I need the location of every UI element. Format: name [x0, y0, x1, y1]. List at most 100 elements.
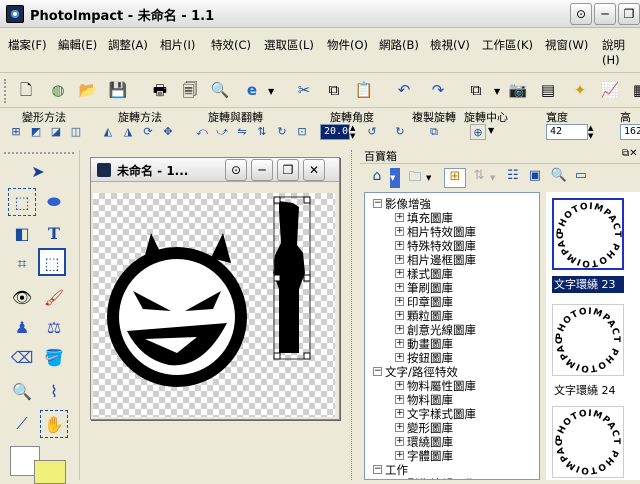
document-minimize-button[interactable]: ─	[251, 159, 273, 181]
tree-expand-icon[interactable]: +	[395, 297, 404, 306]
text-wrap-thumbnail[interactable]: PHOTOIMPACT PHOTOIMPACT	[549, 400, 624, 478]
document-help-icon[interactable]: ⊙	[225, 159, 247, 181]
menu-item-0[interactable]: 檔案(F)	[8, 37, 47, 53]
shape-tool-icon[interactable]: ◧	[8, 220, 36, 248]
rotate-center-icon[interactable]: ⊕	[470, 124, 486, 140]
tree-expand-icon[interactable]: +	[395, 255, 404, 264]
preview-zoom-icon[interactable]: 🔍	[206, 76, 234, 104]
tree-expand-icon[interactable]: +	[395, 213, 404, 222]
angle-spinner[interactable]: ▲ ▼	[350, 124, 360, 140]
crop-copy-icon[interactable]: ⧉	[462, 76, 490, 104]
sort-icon[interactable]: ⇅	[468, 168, 490, 188]
chevron-down-icon[interactable]: ▼	[488, 126, 494, 135]
print-preview-icon[interactable]: 🗐	[176, 76, 204, 104]
transform-resize-icon[interactable]: ⊞	[8, 124, 24, 140]
crop-tool-icon[interactable]: ⌗	[8, 250, 36, 278]
tree-expand-icon[interactable]: +	[395, 437, 404, 446]
menu-item-7[interactable]: 網路(B)	[379, 37, 419, 53]
print-icon[interactable]: 🖶	[146, 76, 174, 104]
tree-collapse-icon[interactable]: −	[373, 465, 382, 474]
flip-90-left-icon[interactable]: ⤺	[194, 124, 210, 140]
paint-brush-tool-icon[interactable]: 🖌	[40, 284, 68, 312]
rotate-free-icon[interactable]: ⟳	[140, 124, 156, 140]
hand-tool-icon[interactable]: ✋	[40, 410, 68, 438]
tree-expand-icon[interactable]: +	[395, 423, 404, 432]
menu-item-10[interactable]: 視窗(W)	[545, 37, 588, 53]
tree-expand-icon[interactable]: +	[395, 283, 404, 292]
menu-item-1[interactable]: 編輯(E)	[58, 37, 97, 53]
transform-tool-icon[interactable]: ⬚	[38, 248, 66, 276]
transform-perspective-icon[interactable]: ◫	[68, 124, 84, 140]
thumbnail-caption[interactable]: 文字環繞 24	[552, 382, 624, 399]
camera-icon[interactable]: 📷	[504, 76, 532, 104]
rotate-180-icon[interactable]: ↻	[274, 124, 290, 140]
library-icon[interactable]: ▣	[524, 168, 546, 188]
minimize-button[interactable]: ─	[594, 3, 616, 25]
tree-expand-icon[interactable]: +	[395, 409, 404, 418]
redo-icon[interactable]: ↷	[424, 76, 452, 104]
video-icon[interactable]: ▦	[626, 76, 640, 104]
chevron-down-icon[interactable]: ▼	[390, 168, 400, 188]
splitter-grip[interactable]	[351, 150, 353, 480]
toolbar-grip[interactable]	[4, 79, 10, 103]
tree-expand-icon[interactable]: +	[395, 353, 404, 362]
flip-vertical-icon[interactable]: ⇅	[254, 124, 270, 140]
text-wrap-thumbnail[interactable]: PHOTOIMPACT PHOTOIMPACT	[549, 298, 624, 376]
image-canvas[interactable]	[93, 193, 335, 417]
chevron-down-icon[interactable]: ▼	[494, 87, 500, 96]
menu-item-11[interactable]: 說明(H)	[602, 37, 640, 67]
chevron-down-icon[interactable]: ▼	[268, 87, 274, 96]
copy-icon[interactable]: ⧉	[320, 76, 348, 104]
document-restore-button[interactable]: ❐	[277, 159, 299, 181]
tree-collapse-icon[interactable]: −	[373, 367, 382, 376]
pick-tool-icon[interactable]: ➤	[24, 158, 52, 186]
help-circle-icon[interactable]: ⊙	[570, 3, 592, 25]
document-window[interactable]: 未命名 - 1... ⊙ ─ ❐ ✕	[90, 157, 340, 420]
transform-skew-icon[interactable]: ◩	[28, 124, 44, 140]
flip-90-right-icon[interactable]: ⤻	[214, 124, 230, 140]
line-tool-icon[interactable]: ⟋	[8, 410, 36, 438]
flip-horizontal-icon[interactable]: ⇋	[234, 124, 250, 140]
menu-item-8[interactable]: 檢視(V)	[430, 37, 470, 53]
rotate-custom-icon[interactable]: ⊡	[294, 124, 310, 140]
zoom-tool-icon[interactable]: 🔍	[8, 378, 36, 406]
menu-item-6[interactable]: 物件(O)	[327, 37, 368, 53]
rotate-left-icon[interactable]: ◭	[100, 124, 116, 140]
height-input[interactable]: 162	[620, 124, 640, 140]
clone-tool-icon[interactable]: ♟	[8, 314, 36, 342]
chart-icon[interactable]: 📈	[596, 76, 624, 104]
tree-view-icon[interactable]: ⊞	[444, 168, 466, 188]
app-logo-icon[interactable]	[6, 5, 24, 23]
menu-item-9[interactable]: 工作區(K)	[482, 37, 533, 53]
tree-expand-icon[interactable]: +	[395, 311, 404, 320]
cut-icon[interactable]: ✂	[290, 76, 318, 104]
tree-item[interactable]: 字體圖庫	[407, 448, 453, 464]
retouch-tool-icon[interactable]: ⚖	[40, 314, 68, 342]
copy-rotate-icon[interactable]: ⧉	[426, 124, 442, 140]
fill-tool-icon[interactable]: 🪣	[40, 344, 68, 372]
tree-expand-icon[interactable]: +	[395, 395, 404, 404]
undo-icon[interactable]: ↶	[390, 76, 418, 104]
tree-expand-icon[interactable]: +	[395, 339, 404, 348]
redeye-tool-icon[interactable]: 👁	[8, 284, 36, 312]
transform-distort-icon[interactable]: ◪	[48, 124, 64, 140]
tree-item[interactable]: 工作	[385, 462, 408, 478]
angle-input[interactable]: 20.00	[320, 124, 354, 140]
path-tool-icon[interactable]: ⬬	[40, 188, 68, 216]
panel-grip[interactable]	[4, 152, 74, 156]
rotate-move-icon[interactable]: ✥	[160, 124, 176, 140]
tree-expand-icon[interactable]: +	[395, 269, 404, 278]
document-title-bar[interactable]: 未命名 - 1... ⊙ ─ ❐ ✕	[91, 158, 339, 182]
restore-button[interactable]: ❐	[618, 3, 640, 25]
search-icon[interactable]: 🔍	[548, 168, 570, 188]
tree-expand-icon[interactable]: +	[395, 241, 404, 250]
menu-item-4[interactable]: 特效(C)	[211, 37, 251, 53]
thumbnail-pane[interactable]: PHOTOIMPACT PHOTOIMPACT 文字環繞 23 PHOTOIMPAC…	[546, 192, 640, 480]
new-file-icon[interactable]: 🗋	[12, 76, 40, 104]
window-icon[interactable]: ▭	[570, 168, 592, 188]
marquee-tool-icon[interactable]: ⬚	[8, 188, 36, 216]
home-icon[interactable]: ⌂	[364, 168, 390, 188]
tree-item[interactable]: 影像編輯工作	[407, 476, 476, 479]
rotate-right-icon[interactable]: ◮	[120, 124, 136, 140]
document-close-button[interactable]: ✕	[303, 159, 325, 181]
